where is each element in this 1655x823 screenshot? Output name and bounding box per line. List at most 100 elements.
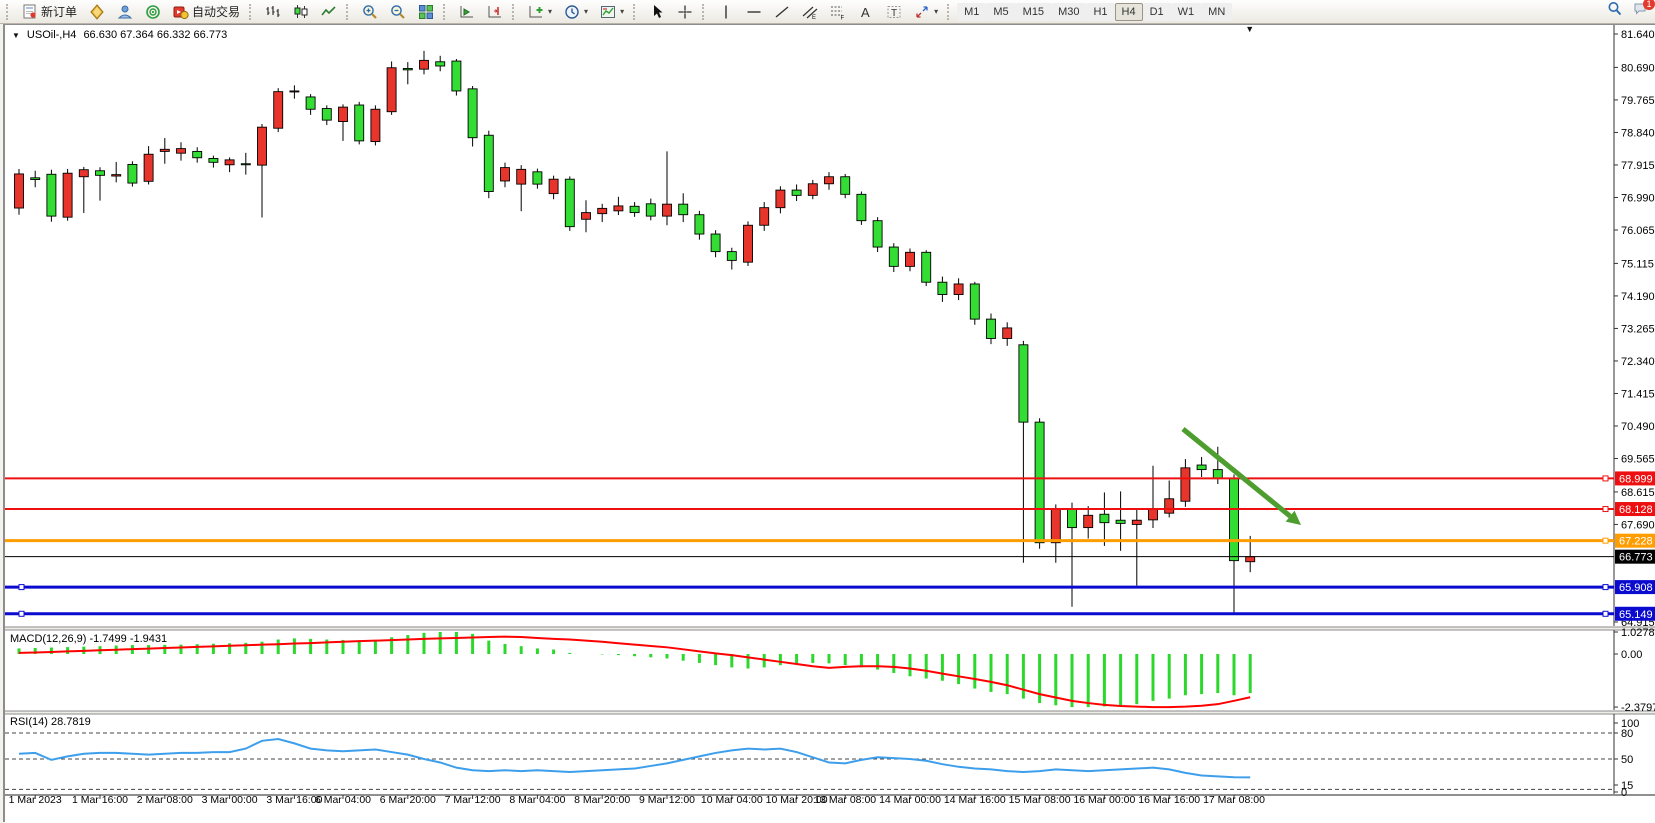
chart-window[interactable]: ▼ USOil-,H4 66.630 67.364 66.332 66.773 … [3,24,1655,822]
svg-text:76.065: 76.065 [1621,225,1655,237]
profile-icon [117,4,133,20]
new-order-button[interactable]: 新订单 [17,2,82,22]
timeframe-w1-button[interactable]: W1 [1171,3,1202,21]
svg-text:79.765: 79.765 [1621,95,1655,107]
line-handle[interactable] [1603,476,1608,481]
line-chart-button[interactable] [316,2,342,22]
chart-plot[interactable]: 81.64080.69079.76578.84077.91576.99076.0… [5,25,1655,823]
text-icon: A [858,4,874,20]
time-label: 16 Mar 16:00 [1138,794,1200,806]
candle [565,179,574,226]
candle [274,92,283,129]
trendline-button[interactable] [769,2,795,22]
candle [258,127,267,165]
indicators-button[interactable]: ▾ [523,2,557,22]
search-icon [1607,1,1623,17]
svg-text:0.00: 0.00 [1621,649,1642,661]
arrows-icon [914,4,930,20]
crosshair-button[interactable] [672,2,698,22]
candle [1100,514,1109,522]
periods-dropdown-icon[interactable]: ▾ [584,7,588,16]
svg-text:70.490: 70.490 [1621,421,1655,433]
arrows-button[interactable]: ▾ [909,2,943,22]
line-chart-icon [321,4,337,20]
zoom-out-button[interactable] [385,2,411,22]
timeframe-m1-button[interactable]: M1 [957,3,986,21]
notification-badge: 1 [1643,0,1655,10]
time-label: 13 Mar 08:00 [814,794,876,806]
arrows-dropdown-icon[interactable]: ▾ [934,7,938,16]
time-label: 3 Mar 00:00 [202,794,258,806]
svg-text:1.0278: 1.0278 [1621,627,1655,639]
chart-wizard-button[interactable] [84,2,110,22]
tile-windows-button[interactable] [413,2,439,22]
candle [31,178,40,180]
line-handle[interactable] [1603,585,1608,590]
bar-chart-button[interactable] [260,2,286,22]
timeframe-h1-button[interactable]: H1 [1086,3,1114,21]
chart-collapse-icon[interactable]: ▼ [12,31,20,40]
chart-shift-icon [487,4,503,20]
candle [1132,520,1141,524]
timeframe-m15-button[interactable]: M15 [1016,3,1051,21]
notifications-button[interactable]: 1 [1633,1,1649,22]
timeframe-mn-button[interactable]: MN [1201,3,1232,21]
horizontal-line-button[interactable] [741,2,767,22]
timeframe-h4-button[interactable]: H4 [1115,3,1143,21]
svg-text:E: E [812,15,816,20]
candle [873,221,882,247]
line-handle[interactable] [19,585,24,590]
candle [128,164,137,183]
svg-text:A: A [861,5,870,20]
candle [1003,328,1012,339]
timeframe-d1-button[interactable]: D1 [1143,3,1171,21]
line-handle[interactable] [1603,507,1608,512]
time-label: 14 Mar 00:00 [879,794,941,806]
timeframe-m30-button[interactable]: M30 [1051,3,1086,21]
profile-button[interactable] [112,2,138,22]
candle [306,97,315,109]
price-badge: 65.149 [1619,609,1653,621]
timeframe-m5-button[interactable]: M5 [986,3,1015,21]
template-button[interactable]: ▾ [595,2,629,22]
candle [47,174,56,216]
autotrading-icon [173,4,189,20]
svg-text:50: 50 [1621,754,1633,766]
search-button[interactable] [1607,1,1623,22]
candle [484,135,493,191]
chart-play-button[interactable] [454,2,480,22]
cursor-button[interactable] [644,2,670,22]
time-label: 16 Mar 00:00 [1073,794,1135,806]
periods-button[interactable]: ▾ [559,2,593,22]
indicators-dropdown-icon[interactable]: ▾ [548,7,552,16]
svg-text:F: F [841,15,845,20]
trendline-icon [774,4,790,20]
fibonacci-button[interactable]: F [825,2,851,22]
zoom-in-button[interactable] [357,2,383,22]
line-handle[interactable] [1603,538,1608,543]
text-label-button[interactable]: T [881,2,907,22]
candle [225,160,234,165]
chart-title-bar[interactable]: ▼ USOil-,H4 66.630 67.364 66.332 66.773 [12,29,227,41]
candle [436,62,445,66]
zoom-in-icon [362,4,378,20]
line-handle[interactable] [1603,611,1608,616]
autotrading-button[interactable]: 自动交易 [168,2,245,22]
svg-text:T: T [891,8,897,19]
text-button[interactable]: A [853,2,879,22]
vertical-line-button[interactable] [713,2,739,22]
chart-wizard-icon [89,4,105,20]
signals-button[interactable] [140,2,166,22]
svg-text:71.415: 71.415 [1621,388,1655,400]
candle [160,149,169,151]
time-label: 6 Mar 20:00 [380,794,436,806]
line-handle[interactable] [19,611,24,616]
template-dropdown-icon[interactable]: ▾ [620,7,624,16]
equidistant-channel-button[interactable]: E [797,2,823,22]
candles-icon [293,4,309,20]
candle [598,208,607,213]
candle-chart-button[interactable] [288,2,314,22]
svg-text:0: 0 [1621,787,1627,799]
chart-shift-button[interactable] [482,2,508,22]
svg-text:77.915: 77.915 [1621,160,1655,172]
